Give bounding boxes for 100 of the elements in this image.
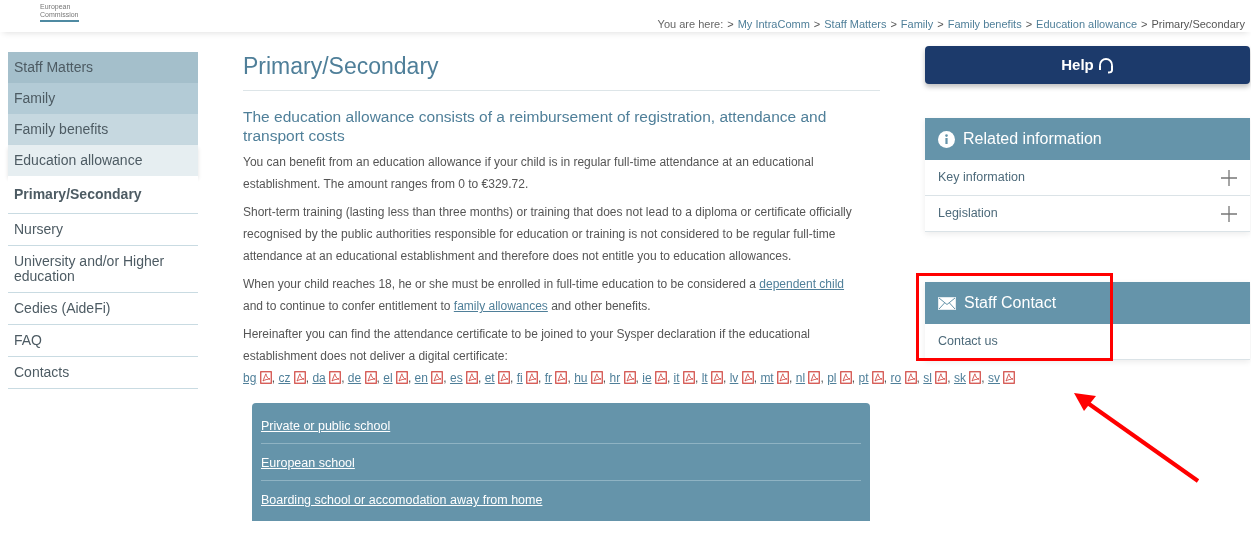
language-link[interactable]: lv: [729, 371, 739, 385]
language-link[interactable]: hu: [574, 371, 588, 385]
info-icon: [938, 130, 955, 148]
language-link[interactable]: sv: [988, 371, 1000, 385]
help-button[interactable]: Help: [925, 46, 1250, 84]
pdf-icon[interactable]: [682, 371, 695, 384]
pdf-icon[interactable]: [904, 371, 917, 384]
plus-icon[interactable]: [1221, 169, 1237, 186]
breadcrumb-separator: >: [1025, 17, 1033, 32]
comma-text: ,: [341, 371, 345, 385]
panel-link[interactable]: Contact us: [938, 332, 998, 351]
pdf-icon[interactable]: [395, 371, 408, 384]
pdf-icon[interactable]: [839, 371, 852, 384]
comma-text: ,: [947, 371, 951, 385]
comma-text: ,: [510, 371, 514, 385]
comma-text: ,: [271, 371, 276, 385]
comma-text: ,: [305, 371, 310, 385]
language-link[interactable]: es: [449, 371, 463, 385]
school-link[interactable]: Private or public school: [261, 419, 391, 433]
paragraph-text: Hereinafter you can find the attendance certificate to be joined to your Sysper declaration if the educational establishment does not deliver a digital certificate:: [243, 327, 811, 363]
comma-text: ,: [916, 371, 920, 385]
language-link[interactable]: sl: [923, 371, 932, 385]
comma-text: ,: [376, 371, 380, 385]
sidebar-item[interactable]: Staff Matters: [8, 52, 198, 83]
comma-text: ,: [478, 371, 482, 385]
mail-icon: [938, 296, 956, 310]
comma-text: ,: [981, 371, 985, 385]
pdf-icon[interactable]: [555, 371, 568, 384]
breadcrumb-separator: >: [937, 17, 944, 32]
pdf-icon[interactable]: [259, 371, 272, 384]
breadcrumb-link[interactable]: Family: [900, 16, 934, 33]
headset-icon: [1097, 56, 1114, 74]
language-link[interactable]: ie: [642, 371, 652, 385]
breadcrumb-separator: >: [1141, 17, 1148, 32]
breadcrumb-link[interactable]: Staff Matters: [824, 16, 887, 33]
language-link[interactable]: sk: [953, 371, 966, 385]
paragraph: You can benefit from an education allowance if your child is in regular full-time attendance at an educational establishment. The amount ranges from 0 to €329.72.: [243, 154, 815, 193]
pdf-icon[interactable]: [623, 371, 636, 384]
comma-text: ,: [666, 371, 671, 385]
text-link[interactable]: family allowances: [453, 299, 548, 313]
pdf-icon[interactable]: [590, 371, 603, 384]
text-link[interactable]: dependent child: [759, 277, 845, 291]
pdf-icon[interactable]: [741, 371, 754, 384]
panel-link[interactable]: Key information: [938, 168, 1025, 187]
pdf-icon[interactable]: [711, 371, 723, 384]
comma-text: ,: [723, 371, 727, 385]
pdf-icon[interactable]: [1003, 371, 1016, 384]
paragraph: When your child reaches 18, he or she must be enrolled in full-time education to be considered a dependent child and to continue to confer entitlement to family allowances and other benefits.: [243, 276, 846, 315]
panel-link[interactable]: Legislation: [938, 204, 998, 223]
breadcrumb-link[interactable]: Education allowance: [1036, 16, 1137, 33]
language-link[interactable]: fi: [516, 371, 523, 385]
panel-row[interactable]: Legislation: [925, 196, 1250, 232]
comma-text: ,: [753, 371, 758, 385]
language-link[interactable]: da: [312, 371, 326, 385]
plus-icon[interactable]: [1221, 205, 1237, 222]
pdf-icon[interactable]: [969, 371, 982, 384]
paragraph: Short-term training (lasting less than three months) or training that does not lead to a diploma or certificate officially recognised by the public authorities responsible for education or training is not considered to be regular full-time attendance at an educational establishment and therefore does not entitle you to education allowances.: [243, 204, 853, 265]
pdf-icon[interactable]: [364, 371, 377, 384]
comma-text: ,: [602, 371, 607, 385]
pdf-icon[interactable]: [777, 371, 790, 384]
school-link[interactable]: European school: [261, 456, 355, 470]
language-link[interactable]: hr: [609, 371, 621, 385]
pdf-icon[interactable]: [466, 371, 478, 384]
language-link[interactable]: en: [414, 371, 428, 385]
language-link[interactable]: lt: [701, 371, 708, 385]
language-link[interactable]: de: [347, 371, 362, 385]
language-link[interactable]: pt: [858, 371, 869, 385]
pdf-icon[interactable]: [871, 371, 884, 384]
language-link[interactable]: cz: [278, 371, 291, 385]
pdf-icon[interactable]: [431, 371, 444, 384]
language-link[interactable]: el: [383, 371, 393, 385]
comma-text: ,: [694, 371, 699, 385]
sidebar-item[interactable]: Family: [8, 83, 198, 114]
panel-row[interactable]: Key information: [925, 160, 1250, 196]
language-link[interactable]: it: [673, 371, 680, 385]
comma-text: ,: [567, 371, 571, 385]
panel-title: Related information: [963, 129, 1102, 149]
pdf-icon[interactable]: [329, 371, 342, 384]
sidebar-item[interactable]: Family benefits: [8, 114, 198, 145]
pdf-icon[interactable]: [498, 371, 511, 384]
sidebar-item[interactable]: Education allowance: [8, 145, 198, 176]
comma-text: ,: [851, 371, 856, 385]
language-link[interactable]: pl: [827, 371, 837, 385]
panel-row[interactable]: Contact us: [925, 324, 1250, 360]
comma-text: ,: [789, 371, 793, 385]
language-link[interactable]: ro: [890, 371, 902, 385]
language-link[interactable]: et: [484, 371, 495, 385]
language-link[interactable]: mt: [760, 371, 774, 385]
breadcrumb-link[interactable]: My IntraComm: [737, 16, 810, 33]
pdf-icon[interactable]: [293, 371, 306, 384]
pdf-icon[interactable]: [526, 371, 539, 384]
school-link[interactable]: Boarding school or accomodation away from home: [261, 493, 543, 507]
pdf-icon[interactable]: [654, 371, 667, 384]
language-link[interactable]: bg: [243, 371, 257, 385]
pdf-icon[interactable]: [935, 371, 948, 384]
language-link[interactable]: fr: [544, 371, 553, 385]
pdf-icon[interactable]: [808, 371, 821, 384]
breadcrumb-link[interactable]: Family benefits: [947, 16, 1022, 33]
language-link[interactable]: nl: [795, 371, 806, 385]
comma-text: ,: [443, 371, 447, 385]
